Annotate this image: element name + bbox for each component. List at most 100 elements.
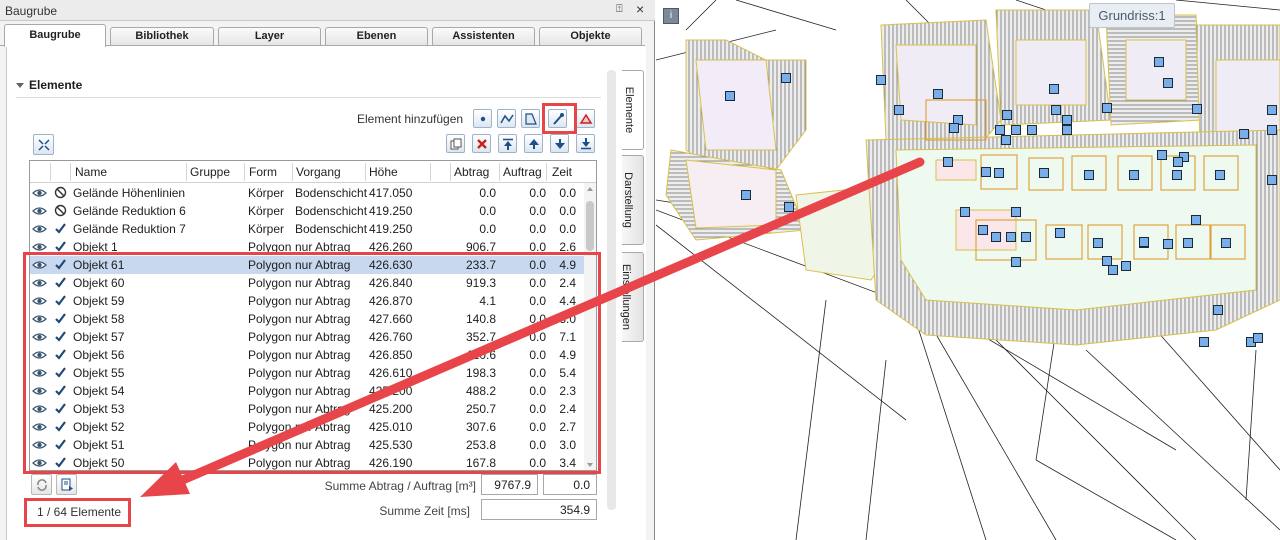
element-marker[interactable] <box>1192 104 1202 114</box>
element-marker[interactable] <box>1006 232 1016 242</box>
element-marker[interactable] <box>1157 150 1167 160</box>
element-marker[interactable] <box>725 91 735 101</box>
element-marker[interactable] <box>1154 57 1164 67</box>
canvas-info-icon[interactable]: i <box>663 8 679 24</box>
element-marker[interactable] <box>784 202 794 212</box>
side-tab-elemente[interactable]: Elemente <box>622 70 644 150</box>
view-label-grundriss[interactable]: Grundriss:1 <box>1089 3 1175 28</box>
visibility-eye-icon[interactable] <box>32 350 47 360</box>
active-check-icon[interactable] <box>54 456 67 469</box>
visibility-eye-icon[interactable] <box>32 224 47 234</box>
copy-icon[interactable] <box>446 134 465 153</box>
tab-assistenten[interactable]: Assistenten <box>432 27 535 46</box>
element-marker[interactable] <box>1267 175 1277 185</box>
area-tool-icon[interactable] <box>521 109 540 128</box>
side-tab-darstellung[interactable]: Darstellung <box>622 155 644 245</box>
tab-layer[interactable]: Layer <box>218 27 321 46</box>
visibility-eye-icon[interactable] <box>32 422 47 432</box>
element-marker[interactable] <box>1049 84 1059 94</box>
active-check-icon[interactable] <box>54 240 67 253</box>
element-marker[interactable] <box>949 123 959 133</box>
element-marker[interactable] <box>1108 265 1118 275</box>
table-row[interactable]: Gelände Reduktion 6 Körper Bodenschicht 419… <box>30 202 584 220</box>
pin-icon[interactable]: ⍐ <box>616 3 623 16</box>
element-marker[interactable] <box>1093 238 1103 248</box>
side-tab-einstellungen[interactable]: Einstellungen <box>620 252 644 342</box>
visibility-eye-icon[interactable] <box>32 260 47 270</box>
column-form[interactable]: Form <box>249 165 277 179</box>
element-marker[interactable] <box>995 125 1005 135</box>
scroll-thumb[interactable] <box>586 201 594 251</box>
delete-icon[interactable] <box>472 134 491 153</box>
visibility-eye-icon[interactable] <box>32 386 47 396</box>
active-check-icon[interactable] <box>54 276 67 289</box>
table-row[interactable]: Objekt 50 Polygon nur Abtrag 426.190 167.8 0.… <box>30 454 584 470</box>
element-marker[interactable] <box>1191 215 1201 225</box>
point-tool-icon[interactable] <box>473 109 492 128</box>
visibility-eye-icon[interactable] <box>32 278 47 288</box>
column-gruppe[interactable]: Gruppe <box>190 165 230 179</box>
element-marker[interactable] <box>1002 110 1012 120</box>
inactive-block-icon[interactable] <box>54 204 67 217</box>
element-marker[interactable] <box>1253 333 1263 343</box>
element-marker[interactable] <box>1051 105 1061 115</box>
polyline-tool-icon[interactable] <box>497 109 516 128</box>
scroll-down-icon[interactable] <box>587 463 593 467</box>
panel-scrollbar[interactable] <box>607 70 616 510</box>
element-marker[interactable] <box>1213 305 1223 315</box>
column-auftrag[interactable]: Auftrag <box>503 165 542 179</box>
visibility-eye-icon[interactable] <box>32 332 47 342</box>
element-marker[interactable] <box>943 157 953 167</box>
visibility-eye-icon[interactable] <box>32 440 47 450</box>
element-marker[interactable] <box>981 167 991 177</box>
element-marker[interactable] <box>978 225 988 235</box>
element-marker[interactable] <box>1267 105 1277 115</box>
scroll-up-icon[interactable] <box>587 187 593 191</box>
element-marker[interactable] <box>1001 135 1011 145</box>
table-row[interactable]: Objekt 60 Polygon nur Abtrag 426.840 919.3 0.… <box>30 274 584 292</box>
tab-objekte[interactable]: Objekte <box>539 27 642 46</box>
visibility-eye-icon[interactable] <box>32 188 47 198</box>
tab-ebenen[interactable]: Ebenen <box>325 27 428 46</box>
element-marker[interactable] <box>994 168 1004 178</box>
export-icon[interactable] <box>56 474 77 495</box>
table-row[interactable]: Objekt 53 Polygon nur Abtrag 425.200 250.7 0.… <box>30 400 584 418</box>
element-marker[interactable] <box>1021 232 1031 242</box>
element-marker[interactable] <box>876 75 886 85</box>
table-row[interactable]: Objekt 61 Polygon nur Abtrag 426.630 233.7 0.… <box>30 256 584 274</box>
element-marker[interactable] <box>1011 207 1021 217</box>
tab-baugrube[interactable]: Baugrube <box>4 24 106 47</box>
element-marker[interactable] <box>1121 261 1131 271</box>
element-marker[interactable] <box>1027 125 1037 135</box>
element-marker[interactable] <box>933 89 943 99</box>
element-marker[interactable] <box>960 207 970 217</box>
fill-tool-icon[interactable] <box>576 109 595 128</box>
visibility-eye-icon[interactable] <box>32 368 47 378</box>
element-marker[interactable] <box>781 73 791 83</box>
visibility-eye-icon[interactable] <box>32 242 47 252</box>
element-marker[interactable] <box>741 190 751 200</box>
table-row[interactable]: Objekt 51 Polygon nur Abtrag 425.530 253.8 0.… <box>30 436 584 454</box>
close-icon[interactable]: × <box>636 2 644 16</box>
element-marker[interactable] <box>894 105 904 115</box>
table-row[interactable]: Objekt 56 Polygon nur Abtrag 426.850 110.6 0.… <box>30 346 584 364</box>
element-marker[interactable] <box>1055 228 1065 238</box>
active-check-icon[interactable] <box>54 384 67 397</box>
active-check-icon[interactable] <box>54 222 67 235</box>
element-marker[interactable] <box>1173 157 1183 167</box>
move-top-icon[interactable] <box>498 134 517 153</box>
element-marker[interactable] <box>1011 125 1021 135</box>
element-marker[interactable] <box>1221 238 1231 248</box>
table-row[interactable]: Objekt 58 Polygon nur Abtrag 427.660 140.8 0.… <box>30 310 584 328</box>
element-marker[interactable] <box>1267 125 1277 135</box>
table-row[interactable]: Gelände Reduktion 7 Körper Bodenschicht 419… <box>30 220 584 238</box>
element-marker[interactable] <box>1062 125 1072 135</box>
column-zeit[interactable]: Zeit <box>552 165 572 179</box>
element-marker[interactable] <box>1129 170 1139 180</box>
table-row[interactable]: Objekt 59 Polygon nur Abtrag 426.870 4.1 0.0 4… <box>30 292 584 310</box>
element-marker[interactable] <box>1163 239 1173 249</box>
active-check-icon[interactable] <box>54 402 67 415</box>
column-name[interactable]: Name <box>75 165 107 179</box>
element-marker[interactable] <box>1172 170 1182 180</box>
move-up-icon[interactable] <box>524 134 543 153</box>
